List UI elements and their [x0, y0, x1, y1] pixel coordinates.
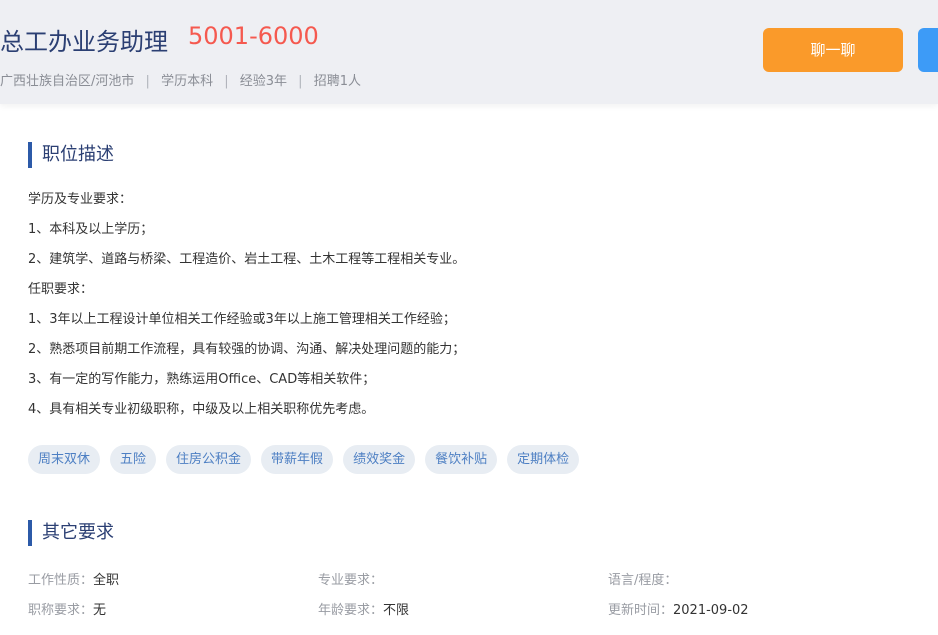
job-meta: 广西壮族自治区/河池市 | 学历本科 | 经验3年 | 招聘1人: [0, 70, 361, 89]
requirement-value: 全职: [93, 573, 120, 588]
section-title-other: 其它要求: [28, 520, 114, 546]
job-location: 广西壮族自治区/河池市: [0, 74, 135, 89]
requirement-value: 不限: [383, 603, 410, 618]
requirement-label: 更新时间：: [608, 603, 674, 618]
benefit-tag: 绩效奖金: [343, 445, 416, 474]
requirement-label: 职称要求：: [28, 603, 94, 618]
benefit-tag: 餐饮补贴: [425, 445, 498, 474]
requirement-major: 专业要求：: [318, 569, 383, 588]
job-education: 学历本科: [161, 74, 214, 89]
requirements-row: 职称要求：无 年龄要求：不限 更新时间：2021-09-02: [28, 599, 908, 619]
requirement-value: 无: [93, 603, 107, 618]
meta-separator: |: [145, 74, 150, 89]
benefit-tag: 住房公积金: [166, 445, 252, 474]
salary-range: 5001-6000: [188, 22, 319, 50]
requirement-title: 职称要求：无: [28, 599, 106, 618]
meta-separator: |: [298, 74, 303, 89]
benefit-tag: 五险: [110, 445, 157, 474]
apply-button[interactable]: [918, 28, 938, 72]
description-line: 2、建筑学、道路与桥梁、工程造价、岩土工程、土木工程等工程相关专业。: [28, 252, 466, 267]
description-line: 1、本科及以上学历；: [28, 222, 154, 237]
requirement-label: 专业要求：: [318, 573, 384, 588]
benefit-tag: 周末双休: [28, 445, 101, 474]
benefit-tag: 定期体检: [507, 445, 580, 474]
requirement-label: 语言/程度：: [608, 573, 678, 588]
job-header: 总工办业务助理 5001-6000 广西壮族自治区/河池市 | 学历本科 | 经…: [0, 0, 938, 104]
benefit-tag: 带薪年假: [261, 445, 334, 474]
requirement-age: 年龄要求：不限: [318, 599, 409, 618]
benefit-tags: 周末双休 五险 住房公积金 带薪年假 绩效奖金 餐饮补贴 定期体检: [28, 445, 580, 474]
section-title-description: 职位描述: [28, 142, 114, 168]
description-line: 3、有一定的写作能力，熟练运用Office、CAD等相关软件；: [28, 372, 376, 387]
chat-button[interactable]: 聊一聊: [763, 28, 903, 72]
description-line: 学历及专业要求：: [28, 192, 133, 207]
requirement-job-type: 工作性质：全职: [28, 569, 119, 588]
description-line: 2、熟悉项目前期工作流程，具有较强的协调、沟通、解决处理问题的能力；: [28, 342, 466, 357]
job-description: 学历及专业要求： 1、本科及以上学历； 2、建筑学、道路与桥梁、工程造价、岩土工…: [28, 188, 908, 428]
meta-separator: |: [224, 74, 229, 89]
job-headcount: 招聘1人: [313, 74, 361, 89]
requirement-language: 语言/程度：: [608, 569, 677, 588]
description-line: 4、具有相关专业初级职称，中级及以上相关职称优先考虑。: [28, 402, 375, 417]
requirement-label: 年龄要求：: [318, 603, 384, 618]
job-title: 总工办业务助理: [0, 28, 168, 56]
requirement-updated: 更新时间：2021-09-02: [608, 599, 749, 618]
requirements-row: 工作性质：全职 专业要求： 语言/程度：: [28, 569, 908, 589]
requirement-label: 工作性质：: [28, 573, 94, 588]
description-line: 1、3年以上工程设计单位相关工作经验或3年以上施工管理相关工作经验；: [28, 312, 456, 327]
job-experience: 经验3年: [239, 74, 288, 89]
requirement-value: 2021-09-02: [673, 603, 749, 618]
description-line: 任职要求：: [28, 282, 94, 297]
